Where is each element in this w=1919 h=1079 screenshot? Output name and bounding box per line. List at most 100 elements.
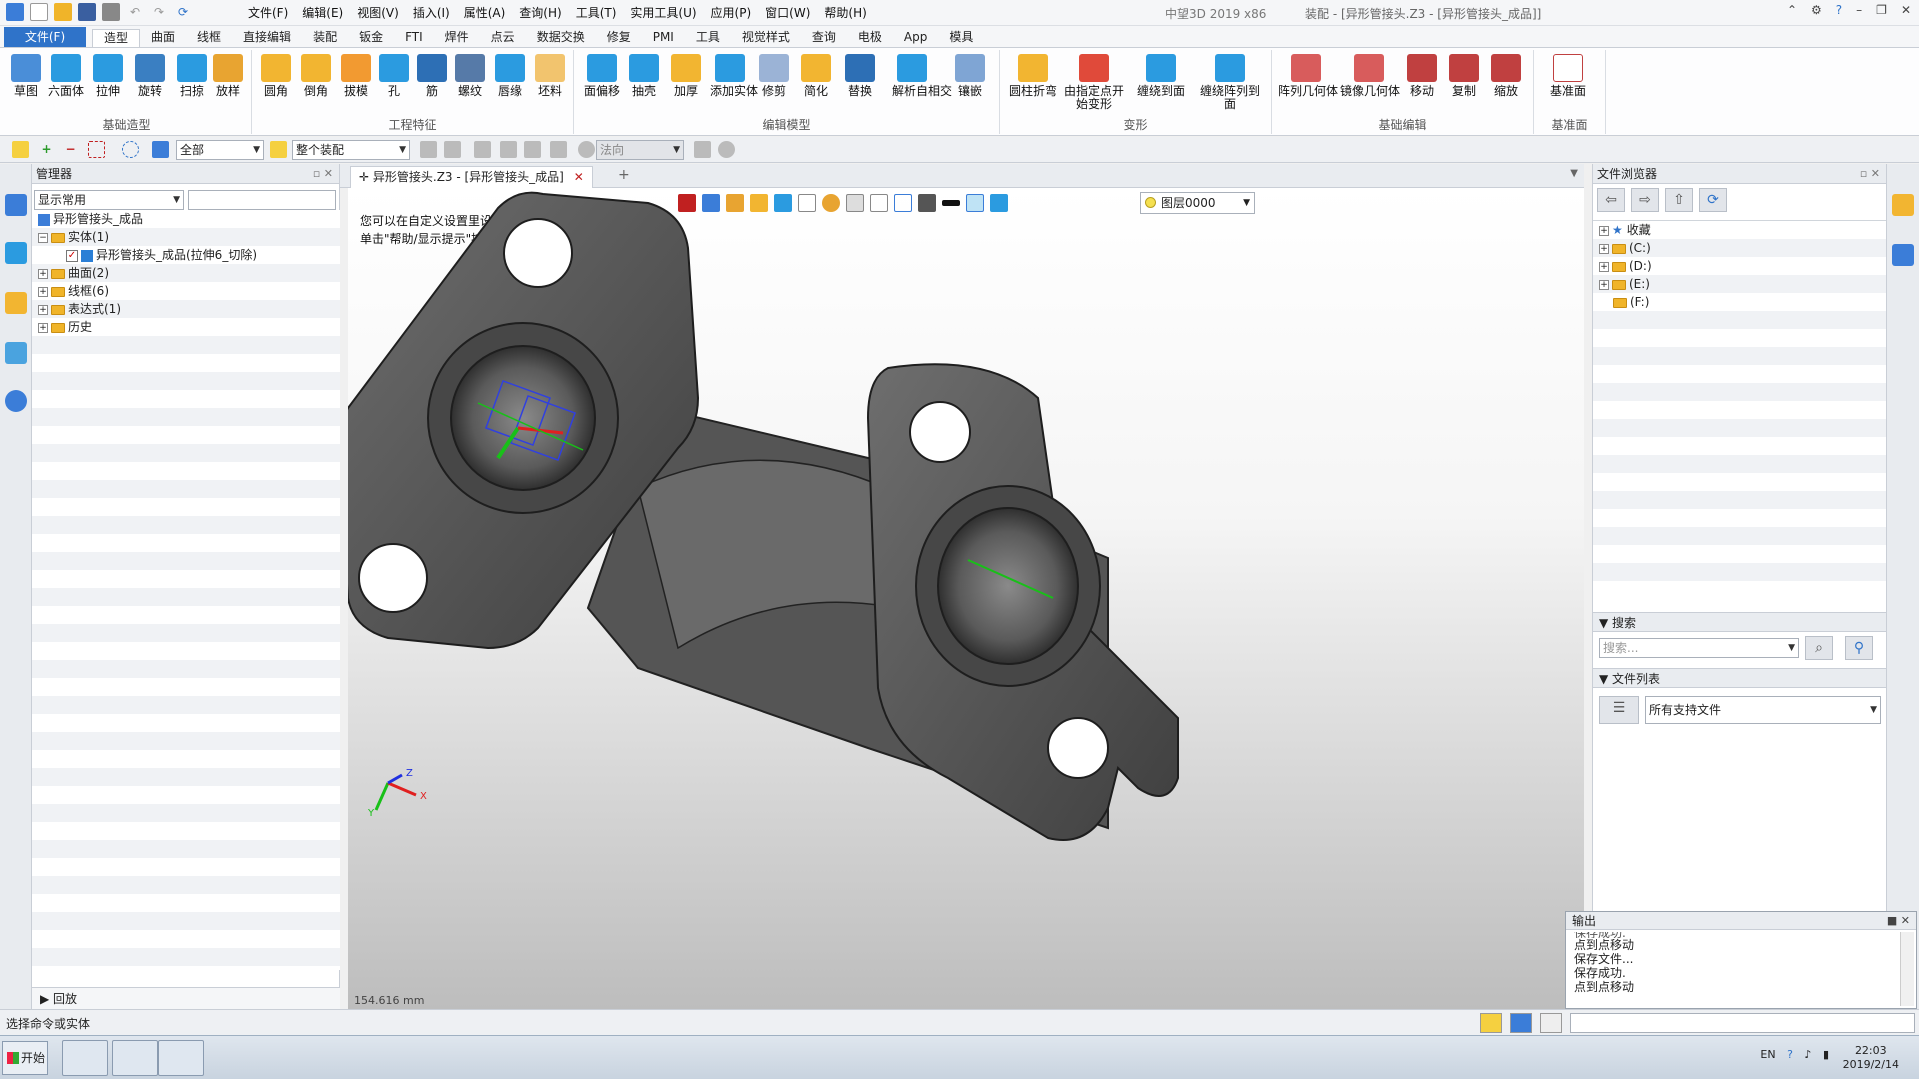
tree-item-drive-d[interactable]: + (D:)	[1593, 257, 1887, 275]
options-gear-icon[interactable]	[718, 141, 735, 158]
filter-combo[interactable]: 全部 ▼	[176, 140, 264, 160]
lock-icon[interactable]	[444, 141, 461, 158]
tab-point-cloud[interactable]: 点云	[480, 29, 526, 47]
tab-pmi[interactable]: PMI	[642, 29, 685, 47]
menu-apps[interactable]: 应用(P)	[711, 4, 752, 21]
simplify-button[interactable]: 简化	[796, 54, 836, 98]
new-file-icon[interactable]	[30, 3, 48, 21]
face-offset-button[interactable]: 面偏移	[582, 54, 622, 98]
draft-button[interactable]: 拔模	[336, 54, 376, 98]
fillet-button[interactable]: 圆角	[256, 54, 296, 98]
trim-button[interactable]: 修剪	[754, 54, 794, 98]
output-close-icon[interactable]: ■ ✕	[1887, 912, 1910, 930]
tab-weldment[interactable]: 焊件	[434, 29, 480, 47]
assembly-tree-icon[interactable]	[5, 242, 27, 264]
tree-item-root[interactable]: 异形管接头_成品	[32, 210, 340, 228]
emboss-button[interactable]: 镶嵌	[950, 54, 990, 98]
tab-app[interactable]: App	[893, 29, 938, 47]
menu-view[interactable]: 视图(V)	[357, 4, 399, 21]
output-scrollbar[interactable]	[1900, 932, 1914, 1006]
tab-data-exchange[interactable]: 数据交换	[526, 29, 596, 47]
advanced-search-icon[interactable]: ⚲	[1845, 636, 1873, 660]
menu-query[interactable]: 查询(H)	[519, 4, 561, 21]
pipe-fitting-model[interactable]: X Y Z	[348, 188, 1584, 1009]
self-intersect-button[interactable]: 解析自相交	[892, 54, 952, 98]
app-logo-icon[interactable]	[6, 3, 24, 21]
history-manager-icon[interactable]	[5, 194, 27, 216]
layout-icon-1[interactable]	[1480, 1013, 1502, 1033]
close-tab-icon[interactable]: ✕	[574, 170, 584, 184]
menu-attribute[interactable]: 属性(A)	[464, 4, 506, 21]
cylinder-bend-button[interactable]: 圆柱折弯	[1006, 54, 1060, 98]
menu-file[interactable]: 文件(F)	[248, 4, 288, 21]
expand-icon[interactable]: +	[1599, 243, 1609, 254]
loft-button[interactable]: 放样	[208, 54, 248, 98]
hole-button[interactable]: 孔	[374, 54, 414, 98]
expand-icon[interactable]: +	[38, 268, 48, 279]
forward-arrow-icon[interactable]: ⇨	[1631, 188, 1659, 212]
menu-utilities[interactable]: 实用工具(U)	[630, 4, 696, 21]
tab-visual-style[interactable]: 视觉样式	[731, 29, 801, 47]
expand-icon[interactable]: +	[38, 286, 48, 297]
clock[interactable]: 22:03 2019/2/14	[1843, 1044, 1899, 1072]
expand-icon[interactable]: +	[1599, 225, 1609, 236]
expand-icon[interactable]: +	[38, 322, 48, 333]
panel-pin-close[interactable]: ▫ ✕	[313, 164, 333, 184]
file-browser-tab-icon[interactable]	[1892, 194, 1914, 216]
layout-icon-2[interactable]	[1510, 1013, 1532, 1033]
shell-button[interactable]: 抽壳	[624, 54, 664, 98]
help-tray-icon[interactable]: ?	[1787, 1048, 1793, 1061]
refresh-icon[interactable]: ⟳	[174, 3, 192, 21]
extrude-button[interactable]: 拉伸	[88, 54, 128, 98]
tab-surface[interactable]: 曲面	[140, 29, 186, 47]
normal-direction-icon[interactable]	[578, 141, 595, 158]
lip-button[interactable]: 唇缘	[490, 54, 530, 98]
expand-icon[interactable]: +	[38, 304, 48, 315]
undo-icon[interactable]: ↶	[126, 3, 144, 21]
tab-electrode[interactable]: 电极	[847, 29, 893, 47]
replay-bar[interactable]: ▶ 回放	[32, 987, 340, 1009]
tab-query[interactable]: 查询	[801, 29, 847, 47]
pick-icon[interactable]	[694, 141, 711, 158]
display-filter-combo[interactable]: 显示常用 ▼	[34, 190, 184, 210]
select-cursor-icon[interactable]	[12, 141, 29, 158]
print-icon[interactable]	[102, 3, 120, 21]
taskbar-explorer-app[interactable]	[112, 1040, 158, 1076]
tree-item-drive-f[interactable]: (F:)	[1593, 293, 1887, 311]
help-icon[interactable]: ?	[1836, 3, 1842, 17]
volume-icon[interactable]: ♪	[1804, 1048, 1811, 1061]
menu-tools[interactable]: 工具(T)	[576, 4, 617, 21]
browser-search-input[interactable]: 搜索... ▼	[1599, 638, 1799, 658]
tab-sheet-metal[interactable]: 钣金	[348, 29, 394, 47]
tab-direct-edit[interactable]: 直接编辑	[232, 29, 302, 47]
tab-repair[interactable]: 修复	[596, 29, 642, 47]
distribute-icon[interactable]	[500, 141, 517, 158]
tree-item-drive-e[interactable]: + (E:)	[1593, 275, 1887, 293]
copy-button[interactable]: 复制	[1444, 54, 1484, 98]
command-input[interactable]	[1570, 1013, 1915, 1033]
restore-icon[interactable]: ❐	[1876, 3, 1887, 17]
wrap-to-face-button[interactable]: 缠绕到面	[1134, 54, 1188, 98]
lasso-select-icon[interactable]	[122, 141, 139, 158]
tab-modeling[interactable]: 造型	[92, 29, 141, 47]
panel-pin-close[interactable]: ▫ ✕	[1860, 164, 1880, 184]
language-indicator[interactable]: EN	[1760, 1048, 1775, 1061]
add-solid-button[interactable]: 添加实体	[710, 54, 758, 98]
tree-item-wireframe[interactable]: + 线框(6)	[32, 282, 340, 300]
tree-item-favorites[interactable]: + ★ 收藏	[1593, 221, 1887, 239]
align-icon[interactable]	[474, 141, 491, 158]
tree-item-expressions[interactable]: + 表达式(1)	[32, 300, 340, 318]
expand-icon[interactable]: +	[1599, 261, 1609, 272]
view-manager-icon[interactable]	[5, 342, 27, 364]
filter-icon[interactable]	[152, 141, 169, 158]
grid-icon[interactable]	[524, 141, 541, 158]
assembly-scope-combo[interactable]: 整个装配 ▼	[292, 140, 410, 160]
pin-icon[interactable]	[550, 141, 567, 158]
thread-button[interactable]: 螺纹	[450, 54, 490, 98]
stock-button[interactable]: 坯料	[530, 54, 570, 98]
layout-icon-3[interactable]	[1540, 1013, 1562, 1033]
menu-insert[interactable]: 插入(I)	[413, 4, 450, 21]
collapse-icon[interactable]: −	[38, 232, 48, 243]
menu-window[interactable]: 窗口(W)	[765, 4, 810, 21]
tree-item-history[interactable]: + 历史	[32, 318, 340, 336]
